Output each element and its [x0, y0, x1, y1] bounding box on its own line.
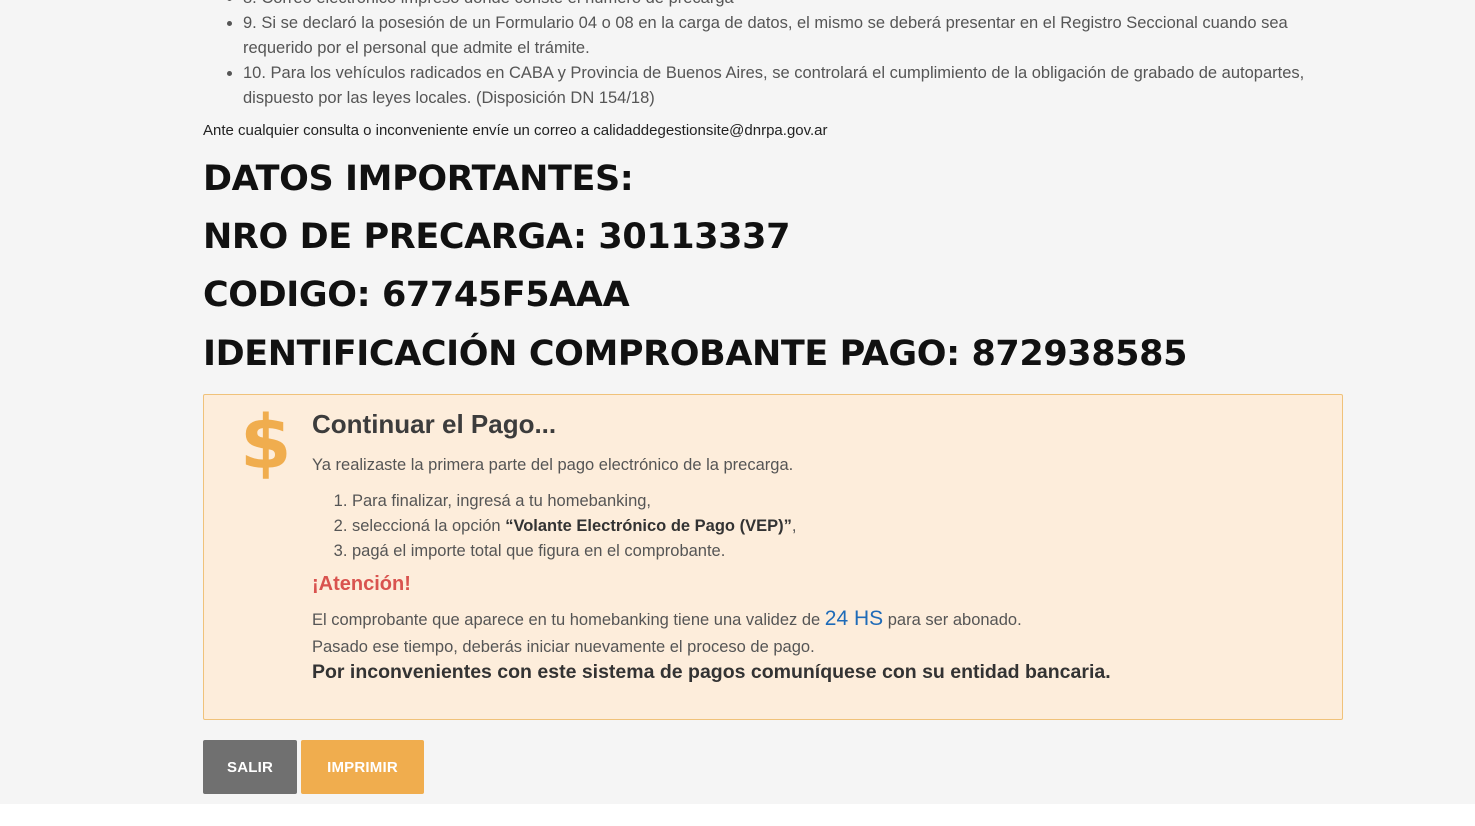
payment-title: Continuar el Pago... [312, 409, 557, 439]
attention-label: ¡Atención! [312, 573, 411, 595]
imprimir-button[interactable]: IMPRIMIR [301, 740, 424, 794]
requirement-item-10: 10. Para los vehículos radicados en CABA… [243, 61, 1343, 111]
salir-button[interactable]: SALIR [203, 740, 297, 794]
requirement-item-9: 9. Si se declaró la posesión de un Formu… [243, 11, 1343, 61]
validity-hours: 24 HS [824, 607, 884, 630]
payment-intro: Ya realizaste la primera parte del pago … [312, 456, 794, 474]
payment-step-2: seleccioná la opción “Volante Electrónic… [352, 514, 796, 539]
precarga-number: NRO DE PRECARGA: 30113337 [203, 217, 791, 257]
requirement-item-8: 8. Correo electrónico impreso donde cons… [243, 0, 1343, 11]
contact-note: Ante cualquier consulta o inconveniente … [203, 122, 828, 139]
datos-heading: DATOS IMPORTANTES: [203, 159, 634, 199]
validity-note: El comprobante que aparece en tu homeban… [312, 607, 1022, 631]
payment-step-2-suffix: , [791, 517, 797, 535]
validity-prefix: El comprobante que aparece en tu homeban… [312, 611, 825, 629]
payment-step-1: Para finalizar, ingresá a tu homebanking… [352, 489, 796, 514]
vep-option: “Volante Electrónico de Pago (VEP)” [505, 517, 792, 535]
payment-panel: $ Continuar el Pago... Ya realizaste la … [203, 394, 1343, 720]
requirements-list: 8. Correo electrónico impreso donde cons… [203, 0, 1343, 111]
main-content: 8. Correo electrónico impreso donde cons… [203, 0, 1343, 794]
comprobante-id: IDENTIFICACIÓN COMPROBANTE PAGO: 8729385… [203, 334, 1188, 374]
expiry-note: Pasado ese tiempo, deberás iniciar nueva… [312, 638, 815, 656]
bank-contact-note: Por inconvenientes con este sistema de p… [312, 661, 1111, 683]
dollar-icon: $ [240, 400, 292, 486]
codigo-value: CODIGO: 67745F5AAA [203, 275, 630, 315]
payment-steps: Para finalizar, ingresá a tu homebanking… [312, 489, 796, 564]
payment-step-3: pagá el importe total que figura en el c… [352, 539, 796, 564]
validity-suffix: para ser abonado. [883, 611, 1022, 629]
payment-step-2-prefix: seleccioná la opción [352, 517, 506, 535]
